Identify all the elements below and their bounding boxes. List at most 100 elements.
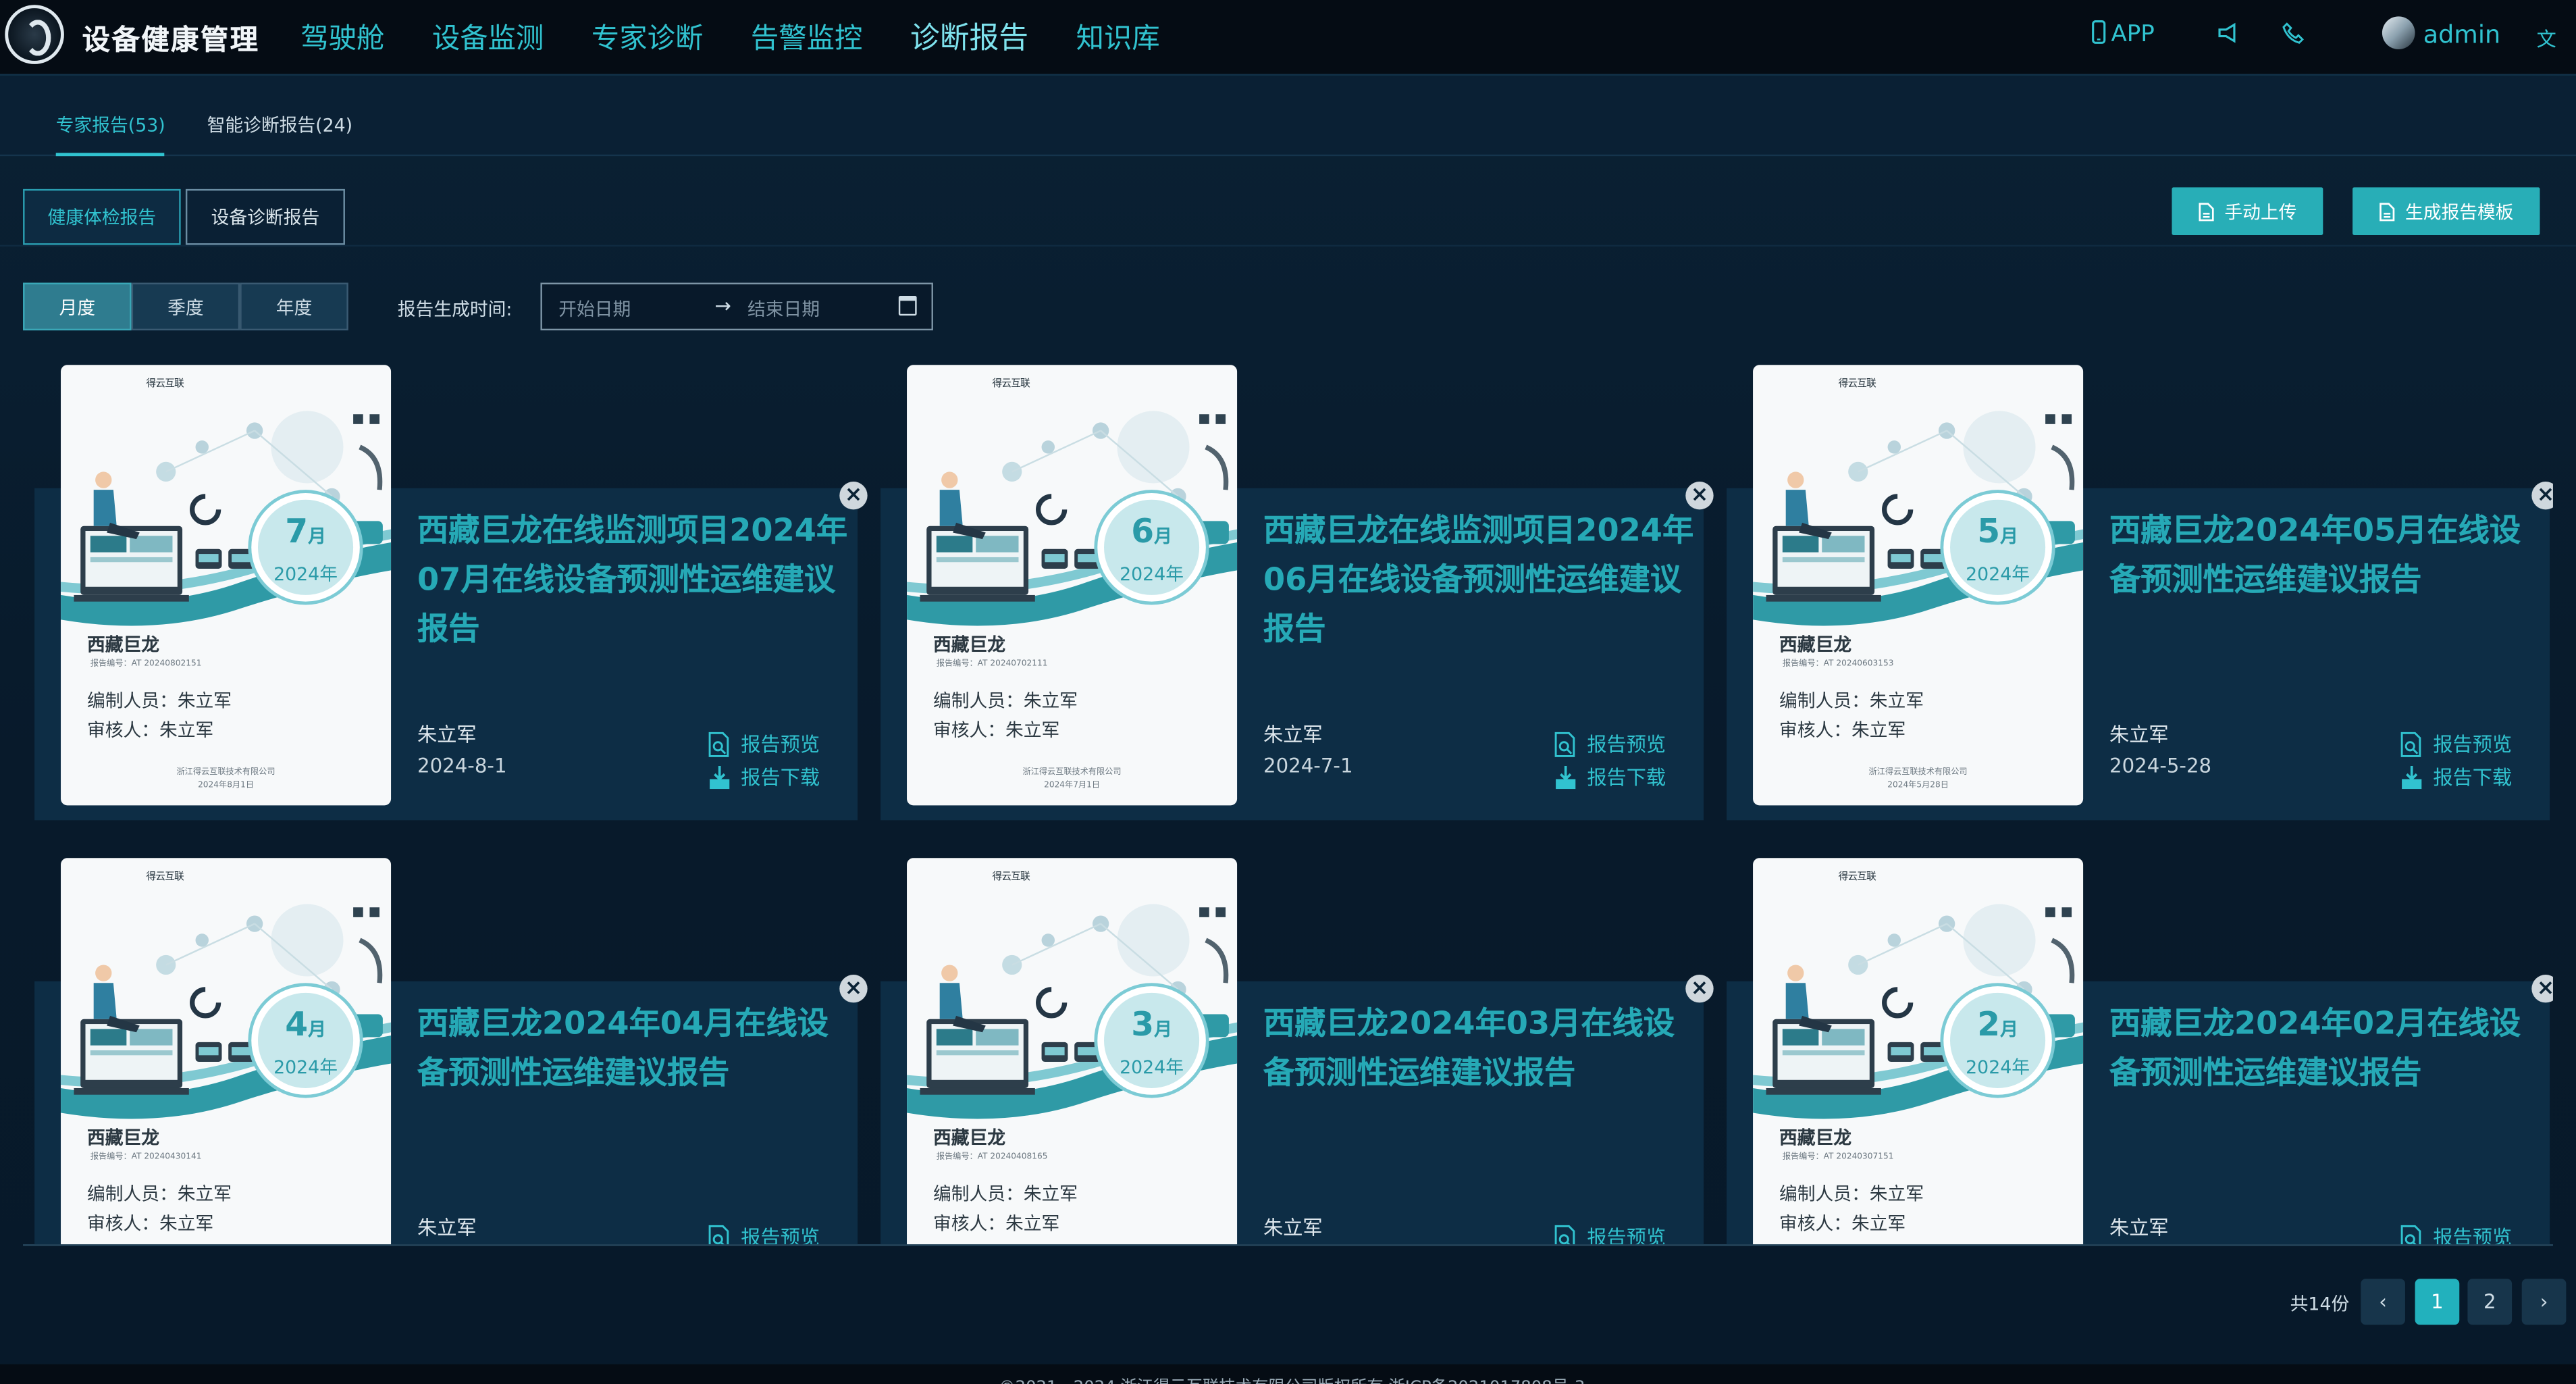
report-author: 朱立军 xyxy=(1263,1216,1323,1239)
nav-expert-diagnosis[interactable]: 专家诊断 xyxy=(592,15,703,57)
page-button-2[interactable]: 2 xyxy=(2467,1279,2513,1325)
start-date-input[interactable]: 开始日期 xyxy=(558,296,631,322)
diagnosis-report-button[interactable]: 设备诊断报告 xyxy=(185,188,345,245)
page-button-1[interactable]: 1 xyxy=(2415,1279,2460,1325)
month-badge: 7月 2024年 xyxy=(251,493,360,602)
period-quarter[interactable]: 季度 xyxy=(131,282,240,331)
nav-cockpit[interactable]: 驾驶舱 xyxy=(300,15,384,57)
report-author: 朱立军 xyxy=(1263,723,1323,746)
report-title[interactable]: 西藏巨龙在线监测项目2024年07月在线设备预测性运维建议报告 xyxy=(417,507,858,655)
month-badge: 4月 2024年 xyxy=(251,986,360,1095)
prev-page-button[interactable]: ‹ xyxy=(2361,1279,2405,1325)
report-cover-thumbnail[interactable]: 得云互联 xyxy=(61,365,392,806)
report-cover-thumbnail[interactable]: 得云互联 xyxy=(907,365,1238,806)
month-badge: 3月 2024年 xyxy=(1097,986,1206,1095)
report-download-label: 报告下载 xyxy=(2433,766,2513,790)
delete-report-icon[interactable]: × xyxy=(839,975,868,1003)
report-title[interactable]: 西藏巨龙2024年03月在线设备预测性运维建议报告 xyxy=(1263,1000,1704,1098)
report-cover-thumbnail[interactable]: 得云互联 xyxy=(907,858,1238,1245)
cover-company-name: 西藏巨龙 xyxy=(86,1127,160,1150)
report-card: × 得云互联 xyxy=(869,842,1714,1245)
cover-publisher: 浙江得云互联技术有限公司 xyxy=(1022,767,1122,778)
cover-brand-logo: 得云互联 xyxy=(923,871,1030,883)
report-title[interactable]: 西藏巨龙2024年04月在线设备预测性运维建议报告 xyxy=(417,1000,858,1098)
report-download-label: 报告下载 xyxy=(741,766,820,790)
calendar-icon[interactable] xyxy=(898,296,917,316)
delete-report-icon[interactable]: × xyxy=(839,482,868,510)
end-date-input[interactable]: 结束日期 xyxy=(747,296,820,322)
report-preview-button[interactable]: 报告预览 xyxy=(2400,1223,2512,1245)
report-download-button[interactable]: 报告下载 xyxy=(1554,763,1666,790)
cover-publisher: 浙江得云互联技术有限公司 xyxy=(176,767,275,778)
tab-expert-reports[interactable]: 专家报告(53) xyxy=(56,111,165,138)
app-download-link[interactable]: APP xyxy=(2091,20,2155,48)
report-title[interactable]: 西藏巨龙2024年02月在线设备预测性运维建议报告 xyxy=(2109,1000,2550,1098)
preview-icon xyxy=(708,1224,729,1245)
report-title[interactable]: 西藏巨龙在线监测项目2024年06月在线设备预测性运维建议报告 xyxy=(1263,507,1704,655)
report-preview-label: 报告预览 xyxy=(1587,733,1666,757)
nav-alarm-monitoring[interactable]: 告警监控 xyxy=(751,15,862,57)
cover-company-name: 西藏巨龙 xyxy=(86,634,160,656)
report-cover-thumbnail[interactable]: 得云互联 xyxy=(61,858,392,1245)
report-cover-thumbnail[interactable]: 得云互联 xyxy=(1753,858,2084,1245)
report-author: 朱立军 xyxy=(417,723,477,746)
delete-report-icon[interactable]: × xyxy=(1685,975,1714,1003)
delete-report-icon[interactable]: × xyxy=(1685,482,1714,510)
language-button[interactable]: 文 xyxy=(2537,25,2556,53)
nav-diagnosis-report[interactable]: 诊断报告 xyxy=(910,15,1028,57)
preview-icon xyxy=(708,731,729,757)
cover-reviewer: 审核人：朱立军 xyxy=(1779,1212,1906,1235)
phone-icon xyxy=(2092,20,2106,44)
report-preview-label: 报告预览 xyxy=(741,733,820,757)
report-preview-button[interactable]: 报告预览 xyxy=(708,729,820,757)
manual-upload-button[interactable]: 手动上传 xyxy=(2172,187,2323,235)
file-upload-icon xyxy=(2199,202,2214,221)
cover-reviewer: 审核人：朱立军 xyxy=(1779,719,1906,742)
nav-knowledge-base[interactable]: 知识库 xyxy=(1076,15,1160,57)
cover-footer: 浙江得云互联技术有限公司 2024年7月1日 xyxy=(907,766,1237,792)
manual-upload-label: 手动上传 xyxy=(2224,201,2297,223)
badge-year: 2024年 xyxy=(1966,1056,2030,1079)
health-report-button[interactable]: 健康体检报告 xyxy=(23,188,181,245)
period-month[interactable]: 月度 xyxy=(23,282,132,331)
report-download-button[interactable]: 报告下载 xyxy=(708,763,820,790)
announcement-button[interactable] xyxy=(2216,22,2239,51)
report-preview-button[interactable]: 报告预览 xyxy=(2400,729,2512,757)
top-bar: 设备健康管理 驾驶舱 设备监测 专家诊断 告警监控 诊断报告 知识库 APP a… xyxy=(0,0,2576,76)
month-badge: 6月 2024年 xyxy=(1097,493,1206,602)
cover-report-number: 报告编号：AT 20240702111 xyxy=(936,659,1048,669)
badge-month-number: 6 xyxy=(1131,511,1155,551)
generate-template-button[interactable]: 生成报告模板 xyxy=(2352,187,2540,235)
cover-editor: 编制人员：朱立军 xyxy=(932,690,1078,712)
date-range-picker[interactable]: 开始日期 → 结束日期 xyxy=(540,282,933,331)
cover-footer: 浙江得云互联技术有限公司 2024年8月1日 xyxy=(61,766,391,792)
next-page-button[interactable]: › xyxy=(2521,1279,2567,1325)
footer: ©2021 - 2024 浙江得云互联技术有限公司版权所有 浙ICP备20210… xyxy=(0,1364,2576,1384)
report-cover-thumbnail[interactable]: 得云互联 xyxy=(1753,365,2084,806)
report-author: 朱立军 xyxy=(2109,723,2169,746)
report-preview-button[interactable]: 报告预览 xyxy=(1554,1223,1666,1245)
period-year[interactable]: 年度 xyxy=(240,282,348,331)
cover-brand-logo: 得云互联 xyxy=(1769,871,1876,883)
cover-publisher: 浙江得云互联技术有限公司 xyxy=(1868,767,1968,778)
avatar xyxy=(2382,16,2415,50)
cover-reviewer: 审核人：朱立军 xyxy=(86,719,214,742)
report-title[interactable]: 西藏巨龙2024年05月在线设备预测性运维建议报告 xyxy=(2109,507,2550,605)
cover-report-number: 报告编号：AT 20240430141 xyxy=(90,1152,202,1162)
download-icon xyxy=(1556,765,1576,788)
user-menu[interactable]: admin xyxy=(2382,16,2500,50)
cover-date: 2024年8月1日 xyxy=(198,780,255,791)
report-card: × 得云互联 xyxy=(23,349,868,825)
badge-month-unit: 月 xyxy=(2000,1019,2018,1041)
tab-smart-reports[interactable]: 智能诊断报告(24) xyxy=(207,111,353,138)
report-download-button[interactable]: 报告下载 xyxy=(2400,763,2512,790)
chevron-left-icon: ‹ xyxy=(2379,1290,2387,1314)
contact-button[interactable] xyxy=(2282,22,2305,51)
report-preview-button[interactable]: 报告预览 xyxy=(708,1223,820,1245)
app-title: 设备健康管理 xyxy=(82,24,260,58)
report-preview-button[interactable]: 报告预览 xyxy=(1554,729,1666,757)
report-preview-label: 报告预览 xyxy=(2433,733,2513,757)
preview-icon xyxy=(1554,1224,1575,1245)
nav-monitoring[interactable]: 设备监测 xyxy=(432,15,544,57)
chevron-right-icon: › xyxy=(2540,1290,2548,1314)
